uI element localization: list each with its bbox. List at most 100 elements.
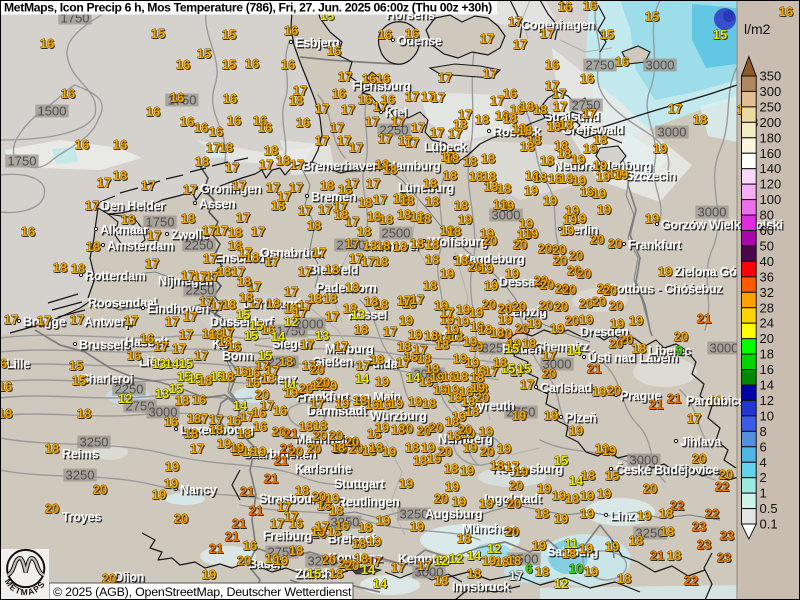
svg-text:23: 23: [692, 519, 706, 534]
svg-text:20: 20: [608, 236, 622, 251]
svg-text:10: 10: [569, 561, 583, 576]
svg-text:Reims: Reims: [62, 447, 99, 461]
svg-text:18: 18: [261, 371, 275, 386]
svg-text:20: 20: [592, 294, 606, 309]
svg-text:20: 20: [434, 491, 448, 506]
svg-text:17: 17: [687, 411, 701, 426]
svg-text:16: 16: [243, 538, 257, 553]
svg-text:Linz: Linz: [610, 509, 634, 523]
svg-text:17: 17: [383, 324, 397, 339]
svg-text:17: 17: [315, 101, 329, 116]
svg-text:19: 19: [375, 374, 389, 389]
svg-text:20: 20: [509, 478, 523, 493]
svg-text:19: 19: [596, 169, 610, 184]
svg-text:23: 23: [697, 537, 711, 552]
svg-text:21: 21: [274, 453, 288, 468]
svg-text:17: 17: [325, 309, 339, 324]
svg-text:20: 20: [429, 420, 443, 435]
svg-text:16: 16: [146, 104, 160, 119]
svg-text:20: 20: [643, 481, 657, 496]
svg-text:17: 17: [366, 176, 380, 191]
svg-text:20: 20: [345, 434, 359, 449]
svg-text:14: 14: [373, 576, 388, 591]
svg-text:19: 19: [375, 420, 389, 435]
svg-text:21: 21: [284, 426, 298, 441]
svg-text:20: 20: [577, 266, 591, 281]
svg-text:17: 17: [345, 236, 359, 251]
svg-text:18: 18: [358, 520, 372, 535]
svg-text:21: 21: [249, 503, 263, 518]
svg-text:18: 18: [113, 168, 127, 183]
svg-text:18: 18: [334, 207, 348, 222]
svg-text:19: 19: [408, 394, 422, 409]
svg-text:18: 18: [374, 254, 388, 269]
svg-text:17: 17: [349, 140, 363, 155]
svg-text:80: 80: [760, 208, 774, 223]
svg-text:18: 18: [181, 211, 195, 226]
svg-text:18: 18: [220, 369, 234, 384]
svg-text:17: 17: [513, 37, 527, 52]
svg-text:21: 21: [649, 397, 663, 412]
svg-text:19: 19: [571, 152, 585, 167]
svg-text:17: 17: [417, 558, 431, 573]
svg-text:18: 18: [475, 112, 489, 127]
svg-text:18: 18: [593, 132, 607, 147]
svg-text:16: 16: [113, 137, 127, 152]
svg-text:20: 20: [539, 298, 553, 313]
svg-text:17: 17: [315, 519, 329, 534]
svg-text:19: 19: [592, 186, 606, 201]
svg-text:19: 19: [584, 564, 598, 579]
svg-text:17: 17: [542, 348, 556, 363]
svg-text:22: 22: [705, 506, 719, 521]
svg-text:18: 18: [289, 93, 303, 108]
svg-text:16: 16: [327, 43, 341, 58]
svg-text:16: 16: [61, 86, 75, 101]
svg-text:15: 15: [249, 318, 263, 333]
svg-text:32: 32: [760, 285, 774, 300]
svg-text:2: 2: [760, 470, 767, 485]
svg-text:18: 18: [417, 211, 431, 226]
svg-text:19: 19: [399, 313, 413, 328]
svg-text:Troyes: Troyes: [62, 510, 101, 524]
svg-text:16: 16: [40, 36, 54, 51]
svg-text:160: 160: [760, 146, 782, 161]
svg-text:18: 18: [71, 261, 85, 276]
svg-text:13: 13: [315, 328, 329, 343]
svg-text:19: 19: [399, 476, 413, 491]
svg-text:19: 19: [579, 312, 593, 327]
svg-text:19: 19: [484, 278, 498, 293]
svg-text:17: 17: [318, 202, 332, 217]
svg-text:17: 17: [298, 264, 312, 279]
svg-text:17: 17: [312, 245, 326, 260]
svg-text:18: 18: [444, 461, 458, 476]
svg-text:21: 21: [697, 311, 711, 326]
svg-text:Stuttgart: Stuttgart: [334, 477, 385, 491]
svg-text:18: 18: [435, 337, 449, 352]
svg-text:20: 20: [607, 383, 621, 398]
svg-text:19: 19: [514, 464, 528, 479]
svg-text:19: 19: [658, 264, 672, 279]
svg-text:18: 18: [198, 373, 212, 388]
svg-text:18: 18: [447, 224, 461, 239]
svg-text:18: 18: [461, 394, 475, 409]
svg-text:20: 20: [438, 444, 452, 459]
svg-text:Jihlava: Jihlava: [680, 435, 722, 449]
svg-text:Brussels: Brussels: [79, 338, 130, 352]
svg-text:18: 18: [425, 194, 439, 209]
svg-text:0.5: 0.5: [760, 501, 778, 516]
svg-text:MetMaps, Icon Precip 6 h, Mos: MetMaps, Icon Precip 6 h, Mos Temperatur…: [4, 1, 492, 15]
svg-text:17: 17: [668, 101, 682, 116]
svg-text:18: 18: [434, 573, 448, 588]
svg-text:20: 20: [255, 387, 269, 402]
svg-text:18: 18: [760, 347, 774, 362]
svg-text:20: 20: [322, 552, 336, 567]
svg-text:17: 17: [509, 568, 523, 583]
svg-text:12: 12: [434, 553, 448, 568]
svg-text:18: 18: [457, 531, 471, 546]
svg-text:16: 16: [289, 516, 303, 531]
svg-text:19: 19: [460, 463, 474, 478]
svg-text:20: 20: [760, 331, 774, 346]
svg-text:18: 18: [245, 250, 259, 265]
svg-text:Lille: Lille: [6, 357, 30, 371]
svg-text:Innsbruck: Innsbruck: [452, 580, 510, 594]
